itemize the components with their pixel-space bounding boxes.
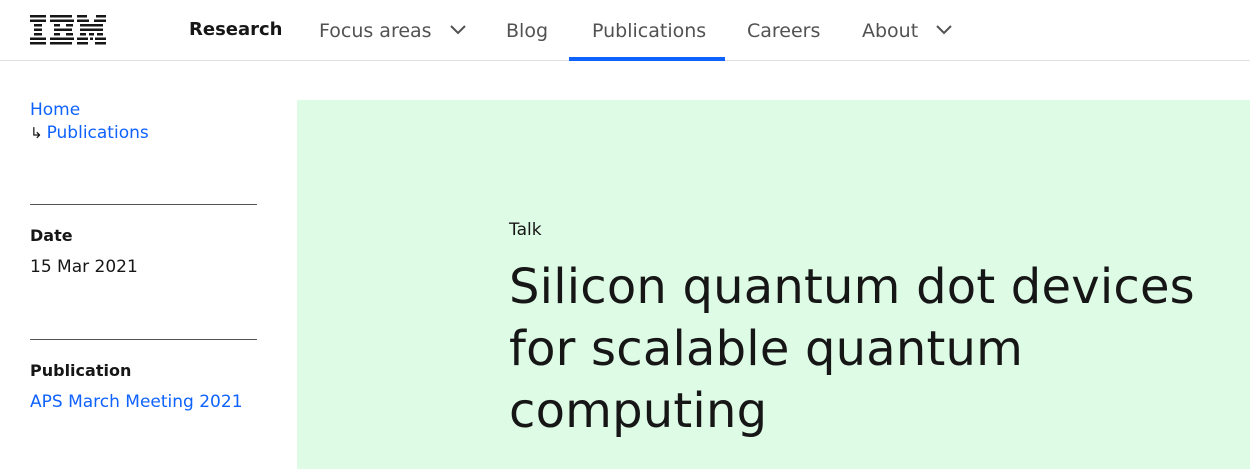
date-value: 15 Mar 2021 [30,257,138,277]
chevron-down-icon [936,24,952,34]
nav-publications-label: Publications [592,20,707,42]
nav-careers-label: Careers [747,20,821,42]
breadcrumb-home-link[interactable]: Home [30,99,149,122]
publication-link[interactable]: APS March Meeting 2021 [30,392,243,412]
active-nav-indicator [569,57,725,61]
nav-about-label: About [862,20,919,42]
nav-focus-areas-label: Focus areas [319,20,432,42]
nav-blog[interactable]: Blog [506,0,548,61]
nav-about[interactable]: About [862,0,952,61]
nav-careers[interactable]: Careers [747,0,820,61]
brand-research-link[interactable]: Research [189,0,283,60]
nav-publications[interactable]: Publications [592,0,706,61]
nav-blog-label: Blog [506,20,548,42]
date-label: Date [30,226,73,245]
sidebar-divider [30,204,257,205]
publication-label: Publication [30,361,132,380]
breadcrumb-publications-label: Publications [46,123,149,143]
sidebar-divider [30,339,257,340]
page-title: Silicon quantum dot devices for scalable… [509,259,1195,439]
chevron-down-icon [449,24,466,34]
content-type-label: Talk [509,220,542,240]
breadcrumb-publications-link[interactable]: ↳ Publications [30,122,149,145]
ibm-logo-icon [30,15,106,45]
breadcrumb: Home ↳ Publications [30,99,149,145]
nav-focus-areas[interactable]: Focus areas [319,0,466,61]
breadcrumb-arrow-icon: ↳ [30,124,43,142]
hero-banner: Talk Silicon quantum dot devices for sca… [297,100,1250,469]
site-header: Research Focus areas Blog Publications C… [0,0,1250,61]
